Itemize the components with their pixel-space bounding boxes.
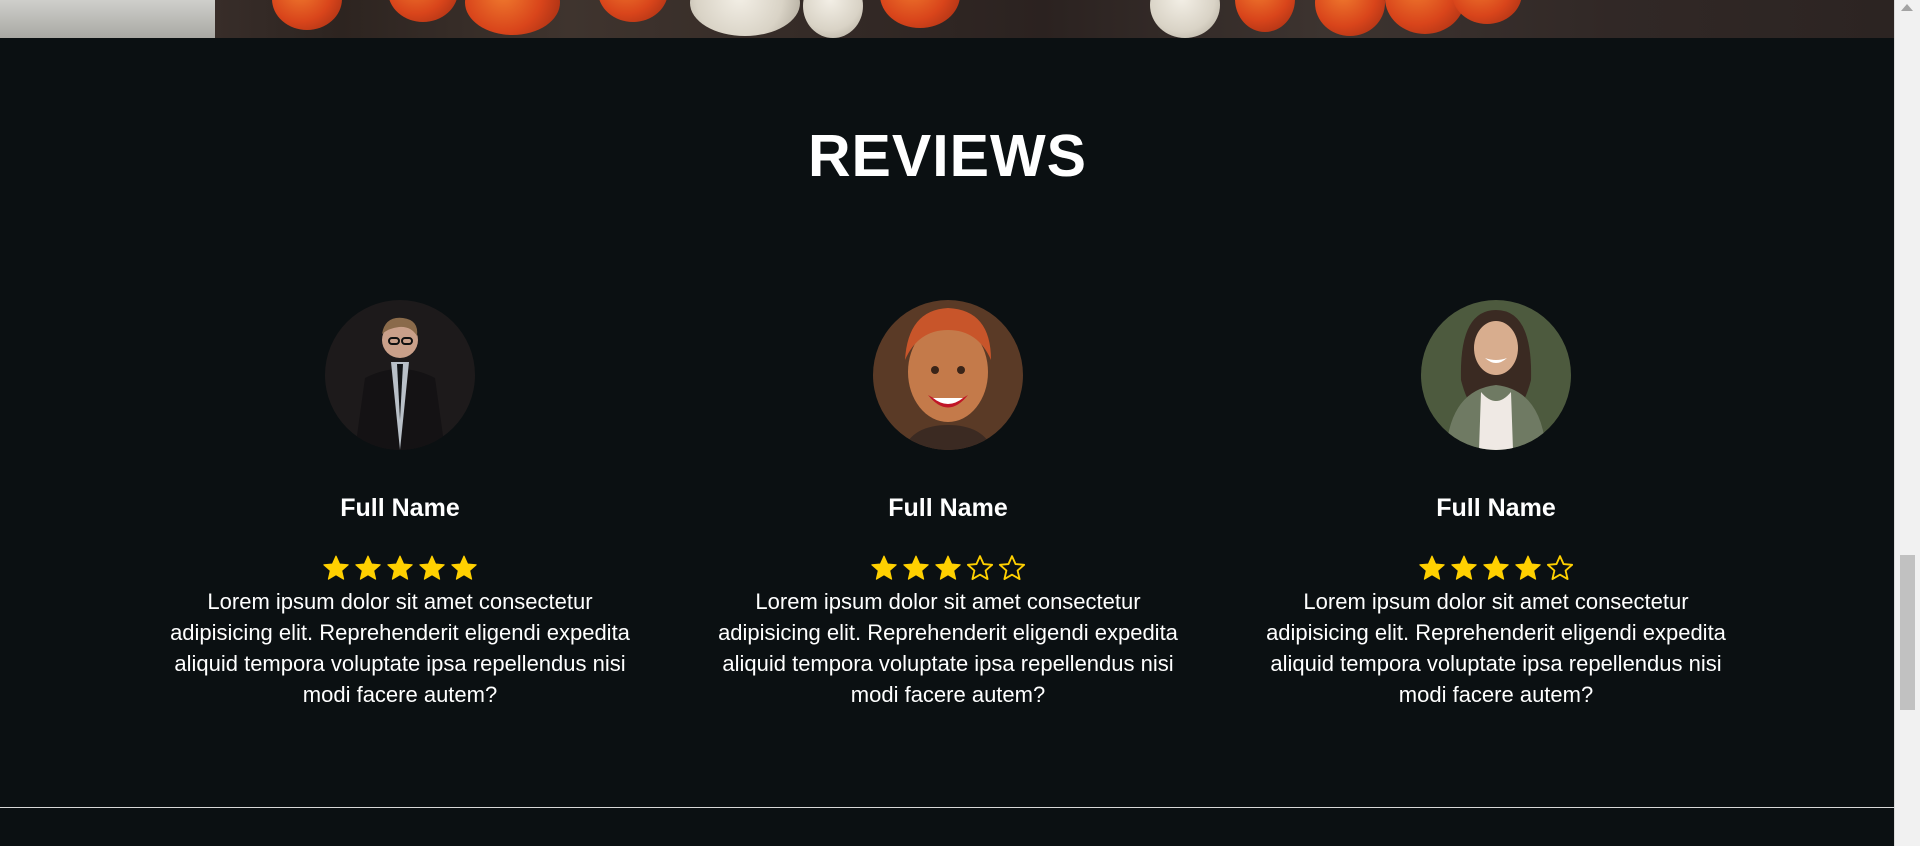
star-filled-icon bbox=[935, 555, 961, 580]
scroll-up-icon[interactable] bbox=[1901, 4, 1913, 11]
star-filled-icon bbox=[1483, 555, 1509, 580]
avatar bbox=[1421, 300, 1571, 450]
star-filled-icon bbox=[871, 555, 897, 580]
star-filled-icon bbox=[355, 555, 381, 580]
star-rating bbox=[1251, 554, 1741, 584]
review-card: Full Name Lorem ipsum dolor sit amet con… bbox=[1251, 300, 1741, 710]
star-outline-icon bbox=[966, 555, 994, 581]
star-filled-icon bbox=[387, 555, 413, 580]
footer-divider bbox=[0, 807, 1895, 808]
star-filled-icon bbox=[451, 555, 477, 580]
review-card: Full Name Lorem ipsum dolor sit amet con… bbox=[155, 300, 645, 710]
avatar bbox=[873, 300, 1023, 450]
star-filled-icon bbox=[419, 555, 445, 580]
reviews-section: REVIEWS Full Name Lorem ipsum dolor sit … bbox=[0, 38, 1895, 808]
hero-image-strip bbox=[0, 0, 1895, 38]
star-filled-icon bbox=[1451, 555, 1477, 580]
avatar bbox=[325, 300, 475, 450]
star-filled-icon bbox=[1419, 555, 1445, 580]
star-rating bbox=[155, 554, 645, 584]
star-filled-icon bbox=[323, 555, 349, 580]
star-outline-icon bbox=[1546, 555, 1574, 581]
review-text: Lorem ipsum dolor sit amet consectetur a… bbox=[170, 589, 630, 707]
review-card: Full Name Lorem ipsum dolor sit amet con… bbox=[703, 300, 1193, 710]
star-rating bbox=[703, 554, 1193, 584]
scrollbar-thumb[interactable] bbox=[1900, 555, 1915, 710]
reviewer-name: Full Name bbox=[340, 494, 460, 522]
review-text: Lorem ipsum dolor sit amet consectetur a… bbox=[718, 589, 1178, 707]
hero-image-cloth bbox=[0, 0, 215, 38]
review-text: Lorem ipsum dolor sit amet consectetur a… bbox=[1266, 589, 1726, 707]
star-filled-icon bbox=[903, 555, 929, 580]
page-scrollbar[interactable] bbox=[1894, 0, 1920, 846]
reviewer-name: Full Name bbox=[1436, 494, 1556, 522]
star-outline-icon bbox=[998, 555, 1026, 581]
star-filled-icon bbox=[1515, 555, 1541, 580]
section-title: REVIEWS bbox=[807, 123, 1088, 189]
reviewer-name: Full Name bbox=[888, 494, 1008, 522]
